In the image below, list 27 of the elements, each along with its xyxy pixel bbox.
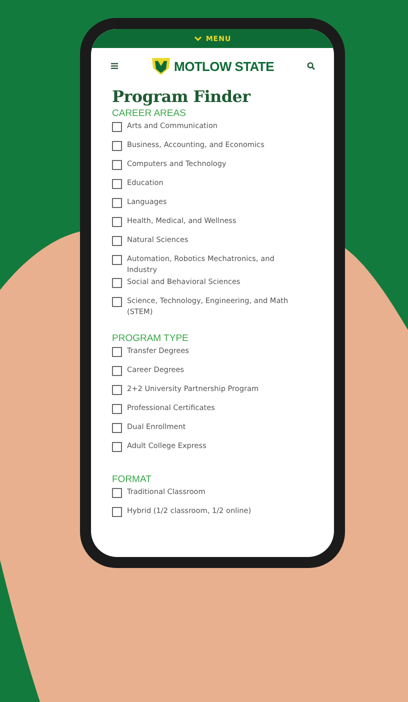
checkbox[interactable]: [112, 423, 122, 433]
logo-text: MOTLOW STATE: [174, 58, 274, 74]
menu-icon[interactable]: [111, 63, 118, 69]
checkbox[interactable]: [112, 198, 122, 208]
checkbox[interactable]: [112, 217, 122, 227]
checkbox[interactable]: [112, 160, 122, 170]
section-heading: PROGRAM TYPE: [112, 333, 190, 344]
checkbox[interactable]: [112, 179, 122, 189]
search-icon[interactable]: [307, 62, 315, 70]
checkbox[interactable]: [112, 442, 122, 452]
checkbox[interactable]: [112, 278, 122, 288]
checkbox[interactable]: [112, 347, 122, 357]
checkbox[interactable]: [112, 141, 122, 151]
page-title: Program Finder: [112, 87, 252, 106]
checkbox[interactable]: [112, 385, 122, 395]
checkbox[interactable]: [112, 507, 122, 517]
section-heading: CAREER AREAS: [112, 108, 187, 119]
checkbox[interactable]: [112, 366, 122, 376]
checkbox[interactable]: [112, 297, 122, 307]
chevron-down-icon: [194, 36, 202, 41]
checkbox[interactable]: [112, 404, 122, 414]
checkbox[interactable]: [112, 236, 122, 246]
checkbox[interactable]: [112, 122, 122, 132]
section-heading: FORMAT: [112, 474, 152, 485]
shield-logo-icon: [151, 56, 172, 76]
checkbox[interactable]: [112, 255, 122, 265]
checkbox[interactable]: [112, 488, 122, 498]
